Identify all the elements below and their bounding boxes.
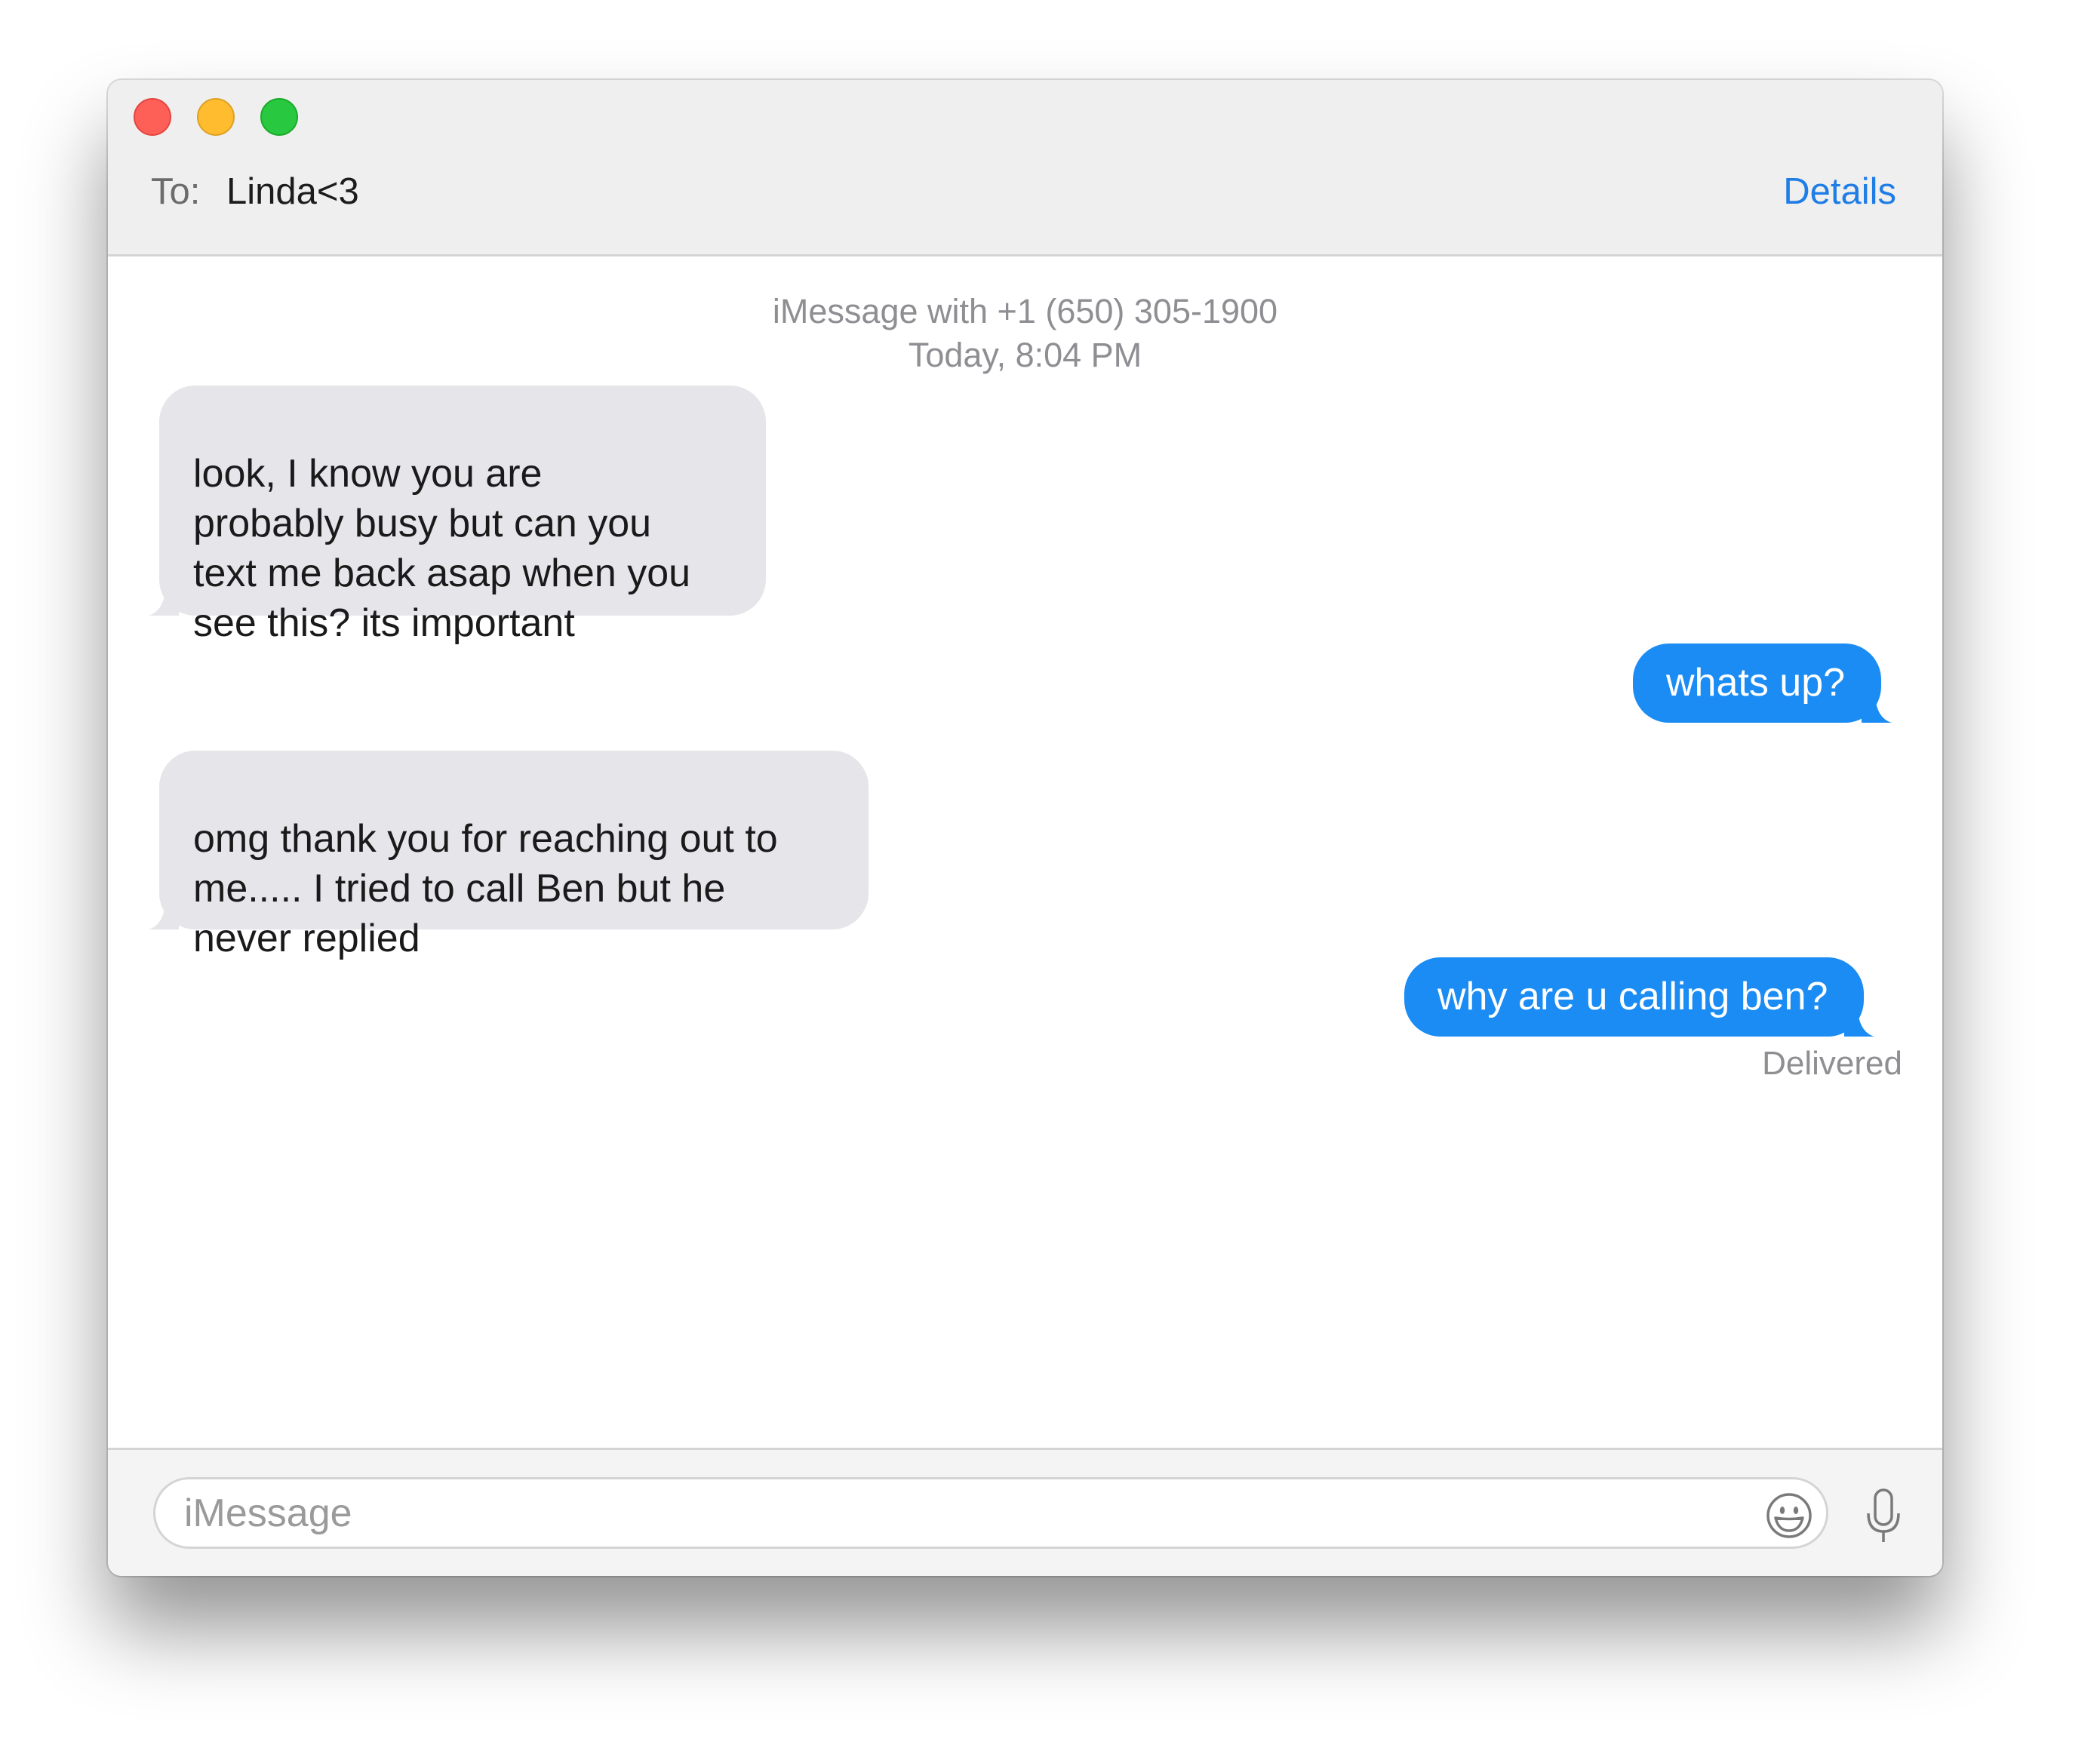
bubble-tail (149, 899, 179, 929)
message-text: why are u calling ben? (1437, 975, 1828, 1018)
microphone-icon[interactable] (1862, 1488, 1905, 1545)
message-text: look, I know you are probably busy but c… (193, 452, 691, 645)
zoom-window-button[interactable] (260, 98, 298, 136)
delivery-status: Delivered (1762, 1045, 1902, 1082)
sent-message-bubble[interactable]: whats up? (1633, 644, 1892, 723)
message-text: whats up? (1666, 661, 1846, 705)
messages-window: To: Linda<3 Details iMessage with +1 (65… (108, 80, 1942, 1576)
close-window-button[interactable] (134, 98, 171, 136)
bubble-tail (1862, 693, 1892, 723)
details-button[interactable]: Details (1783, 174, 1896, 210)
message-input[interactable] (153, 1477, 1828, 1549)
bubble-tail (149, 585, 179, 616)
smiley-face-icon[interactable] (1765, 1491, 1813, 1540)
title-bar: To: Linda<3 Details (108, 80, 1942, 256)
minimize-window-button[interactable] (197, 98, 235, 136)
bubble-tail (1844, 1006, 1875, 1037)
received-message-bubble[interactable]: look, I know you are probably busy but c… (149, 386, 766, 645)
recipient-name[interactable]: Linda<3 (226, 174, 359, 210)
composer-bar (108, 1448, 1942, 1576)
received-message-bubble[interactable]: omg thank you for reaching out to me....… (149, 751, 869, 960)
to-label: To: (151, 171, 201, 212)
message-text: omg thank you for reaching out to me....… (193, 817, 778, 960)
thread-timestamp: Today, 8:04 PM (908, 336, 1142, 374)
service-line: iMessage with +1 (650) 305-1900 (772, 292, 1278, 330)
sent-message-bubble[interactable]: why are u calling ben? (1404, 957, 1875, 1037)
